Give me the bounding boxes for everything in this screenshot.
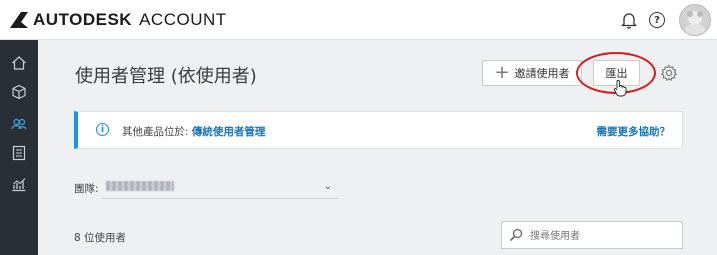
gear-icon[interactable] — [660, 64, 678, 82]
sidebar-item-users[interactable] — [0, 111, 38, 137]
chart-icon — [12, 178, 26, 192]
team-label: 團隊: — [74, 183, 99, 195]
document-icon — [12, 145, 26, 161]
top-bar: AUTODESK ACCOUNT ? — [0, 0, 717, 40]
sidebar-item-home[interactable] — [0, 50, 38, 76]
info-banner: i 其他產品位於: 傳統使用者管理 需要更多協助？ — [74, 111, 683, 149]
autodesk-logo[interactable]: AUTODESK ACCOUNT — [9, 10, 227, 30]
invite-users-button[interactable]: + 邀請使用者 — [482, 60, 582, 86]
search-box[interactable] — [501, 221, 683, 249]
need-help-link[interactable]: 需要更多協助？ — [597, 124, 671, 139]
search-icon — [509, 228, 523, 242]
brand-suffix: ACCOUNT — [139, 10, 227, 29]
hand-cursor-icon — [614, 79, 627, 97]
page-title: 使用者管理 (依使用者) — [75, 66, 257, 87]
users-icon — [11, 118, 27, 130]
info-message: 其他產品位於: 傳統使用者管理 — [122, 124, 265, 139]
avatar[interactable] — [679, 4, 711, 36]
info-prefix: 其他產品位於: — [122, 126, 192, 138]
search-input[interactable] — [528, 226, 680, 246]
info-icon: i — [96, 123, 109, 136]
bell-icon[interactable] — [621, 11, 637, 29]
plus-icon: + — [494, 62, 510, 83]
home-icon — [12, 56, 26, 70]
sidebar-item-billing[interactable] — [0, 140, 38, 166]
cube-icon — [12, 84, 26, 100]
avatar-image — [680, 5, 710, 35]
chevron-down-icon: ⌄ — [323, 181, 332, 192]
brand-name: AUTODESK — [33, 10, 133, 29]
classic-user-management-link[interactable]: 傳統使用者管理 — [192, 126, 266, 138]
sidebar-item-reports[interactable] — [0, 171, 38, 197]
invite-users-label: 邀請使用者 — [514, 67, 570, 80]
team-dropdown[interactable]: ⌄ — [102, 176, 338, 199]
autodesk-mark-icon — [10, 12, 28, 28]
help-icon[interactable]: ? — [649, 12, 665, 28]
sidebar-item-products[interactable] — [0, 79, 38, 105]
team-value-redacted — [106, 181, 174, 191]
user-count: 8 位使用者 — [74, 232, 127, 244]
main-content: 使用者管理 (依使用者) + 邀請使用者 匯出 i 其他產品位於: 傳統使用者管… — [38, 40, 717, 255]
sidebar — [0, 40, 38, 255]
